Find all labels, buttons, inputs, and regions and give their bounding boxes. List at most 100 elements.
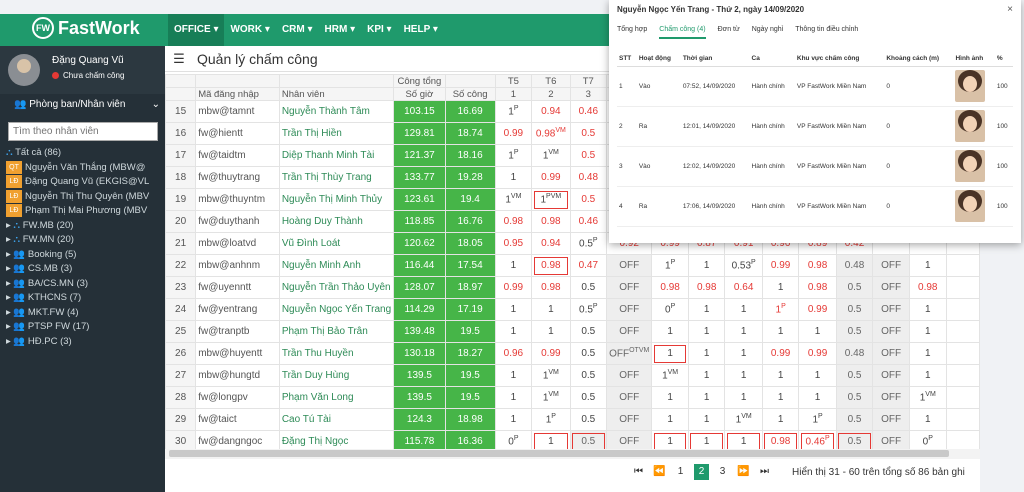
day-cell[interactable]: 1VM (531, 364, 571, 387)
checkin-photo-cell[interactable] (953, 146, 995, 187)
employee-search-input[interactable] (8, 122, 158, 141)
prev-page-button[interactable]: ⏪ (652, 464, 667, 480)
employee-name-link[interactable]: Trần Thị Thùy Trang (278, 166, 395, 189)
tree-item[interactable]: ▸ ⛬ FW.MN (20) (6, 233, 165, 248)
checkin-photo[interactable] (955, 70, 986, 102)
day-cell[interactable]: 0.99 (494, 276, 533, 299)
tree-item[interactable]: ▸ 👥 PTSP FW (17) (6, 320, 165, 335)
day-cell[interactable]: 1 (494, 408, 533, 431)
day-cell[interactable]: 0.99 (761, 342, 800, 365)
day-cell[interactable]: 0P (651, 298, 689, 321)
day-cell[interactable]: 1 (724, 386, 763, 409)
day-cell[interactable]: 0.5 (835, 298, 874, 321)
day-cell[interactable]: 1 (687, 364, 726, 387)
day-cell[interactable]: 0.5 (569, 188, 608, 211)
day-cell[interactable]: OFF (606, 408, 653, 431)
day-cell[interactable]: 1 (724, 320, 763, 343)
day-cell[interactable]: 0.5 (835, 320, 874, 343)
day-cell[interactable]: 0.53P (724, 254, 763, 277)
checkin-photo-cell[interactable] (953, 106, 995, 147)
day-cell[interactable]: 1VM (494, 188, 533, 211)
day-cell[interactable]: OFF (606, 276, 653, 299)
day-cell[interactable]: OFF (606, 320, 653, 343)
day-cell[interactable]: 0.98 (531, 210, 571, 233)
tree-item[interactable]: ▸ 👥 BA/CS.MN (3) (6, 277, 165, 292)
day-cell[interactable]: OFF (606, 386, 653, 409)
tree-item[interactable]: LĐ Phạm Thị Mai Phương (MBV (6, 204, 165, 219)
employee-name-link[interactable]: Phạm Thị Bảo Trân (278, 320, 395, 343)
page-2-button[interactable]: 2 (694, 464, 709, 480)
horizontal-scrollbar[interactable] (165, 449, 980, 459)
day-cell[interactable]: 1 (687, 298, 726, 321)
table-row[interactable]: 22 mbw@anhnm Nguyễn Minh Anh 116.44 17.54 1 0.… (165, 254, 980, 277)
day-cell[interactable]: 1 (687, 386, 726, 409)
day-cell[interactable]: 0.47 (569, 254, 608, 277)
day-cell[interactable]: 1PVM (531, 188, 571, 211)
day-cell[interactable]: 1 (687, 254, 726, 277)
day-cell[interactable]: 0.99 (531, 342, 571, 365)
tree-item[interactable]: ▸ 👥 Booking (5) (6, 248, 165, 263)
day-cell[interactable]: 0.5P (569, 232, 608, 255)
day-cell[interactable]: 1 (651, 408, 689, 431)
day-cell[interactable]: 0.5P (569, 298, 608, 321)
day-cell[interactable]: 0.5 (569, 122, 608, 145)
day-cell[interactable]: 0.5 (569, 364, 608, 387)
day-cell[interactable]: 1VM (531, 386, 571, 409)
table-row[interactable]: 26 mbw@huyentt Trần Thu Huyền 130.18 18.27 0.… (165, 342, 980, 365)
day-cell[interactable]: 1P (761, 298, 800, 321)
day-cell[interactable]: 0.98 (908, 276, 947, 299)
day-cell[interactable]: 1 (908, 408, 947, 431)
employee-name-link[interactable]: Nguyễn Ngọc Yến Trang (278, 298, 395, 321)
employee-name-link[interactable]: Vũ Đình Loát (278, 232, 395, 255)
tree-item[interactable]: QT Nguyễn Văn Thắng (MBW@ (6, 160, 165, 176)
popup-row[interactable]: 1 Vào 07:52, 14/09/2020 Hành chính VP FastWo… (617, 66, 1013, 107)
close-icon[interactable]: × (1007, 4, 1013, 15)
day-cell[interactable]: 0.99 (798, 342, 837, 365)
scrollbar-thumb[interactable] (169, 450, 949, 457)
day-cell[interactable]: 0.5 (835, 364, 874, 387)
checkin-photo[interactable] (955, 110, 986, 142)
day-cell[interactable]: 0.5 (835, 276, 874, 299)
day-cell[interactable] (945, 342, 980, 365)
day-cell[interactable]: 1 (651, 342, 689, 365)
nav-item-help[interactable]: HELP ▾ (398, 14, 444, 46)
day-cell[interactable]: OFF (872, 254, 910, 277)
page-1-button[interactable]: 1 (673, 464, 688, 480)
day-cell[interactable]: 1 (798, 364, 837, 387)
nav-item-work[interactable]: WORK ▾ (224, 14, 275, 46)
day-cell[interactable]: 0.96 (494, 342, 533, 365)
page-3-button[interactable]: 3 (715, 464, 730, 480)
day-cell[interactable]: 1 (798, 320, 837, 343)
day-cell[interactable]: 1VM (531, 144, 571, 167)
checkin-photo[interactable] (955, 150, 986, 182)
employee-name-link[interactable]: Trần Thu Huyền (278, 342, 395, 365)
brand-logo[interactable]: FW FastWork (32, 17, 140, 39)
day-cell[interactable]: 1 (908, 298, 947, 321)
popup-tab[interactable]: Đơn từ (718, 26, 740, 39)
popup-row[interactable]: 4 Ra 17:06, 14/09/2020 Hành chính VP FastWor… (617, 186, 1013, 227)
day-cell[interactable]: 0.5 (569, 144, 608, 167)
table-row[interactable]: 28 fw@longpv Phạm Văn Long 139.5 19.5 1 1VM 0.5… (165, 386, 980, 409)
day-cell[interactable]: 0.98 (494, 210, 533, 233)
tree-item[interactable]: ▸ 👥 MKT.FW (4) (6, 306, 165, 321)
day-cell[interactable]: 1 (761, 320, 800, 343)
day-cell[interactable]: 0.5 (569, 342, 608, 365)
day-cell[interactable]: 1 (908, 254, 947, 277)
day-cell[interactable]: 1 (651, 320, 689, 343)
day-cell[interactable]: 1P (494, 100, 533, 123)
employee-name-link[interactable]: Nguyễn Minh Anh (278, 254, 395, 277)
next-page-button[interactable]: ⏩ (736, 464, 751, 480)
day-cell[interactable]: 0.48 (835, 254, 874, 277)
day-cell[interactable]: 1 (761, 364, 800, 387)
checkin-photo-cell[interactable] (953, 66, 995, 107)
table-row[interactable]: 23 fw@uyenntt Nguyễn Trần Thảo Uyên 128.07 1… (165, 276, 980, 299)
day-cell[interactable]: 0.5 (569, 386, 608, 409)
day-cell[interactable]: 0.98 (687, 276, 726, 299)
day-cell[interactable]: 0.99 (531, 166, 571, 189)
day-cell[interactable]: 0.98 (798, 276, 837, 299)
day-cell[interactable]: OFF (872, 320, 910, 343)
tree-item[interactable]: ▸ 👥 CS.MB (3) (6, 262, 165, 277)
table-row[interactable]: 29 fw@taict Cao Tú Tài 124.3 18.98 1 1P 0.5 OFF 1… (165, 408, 980, 431)
table-row[interactable]: 27 mbw@hungtd Trần Duy Hùng 139.5 19.5 1 1VM 0.… (165, 364, 980, 387)
day-cell[interactable]: 0.94 (531, 100, 571, 123)
